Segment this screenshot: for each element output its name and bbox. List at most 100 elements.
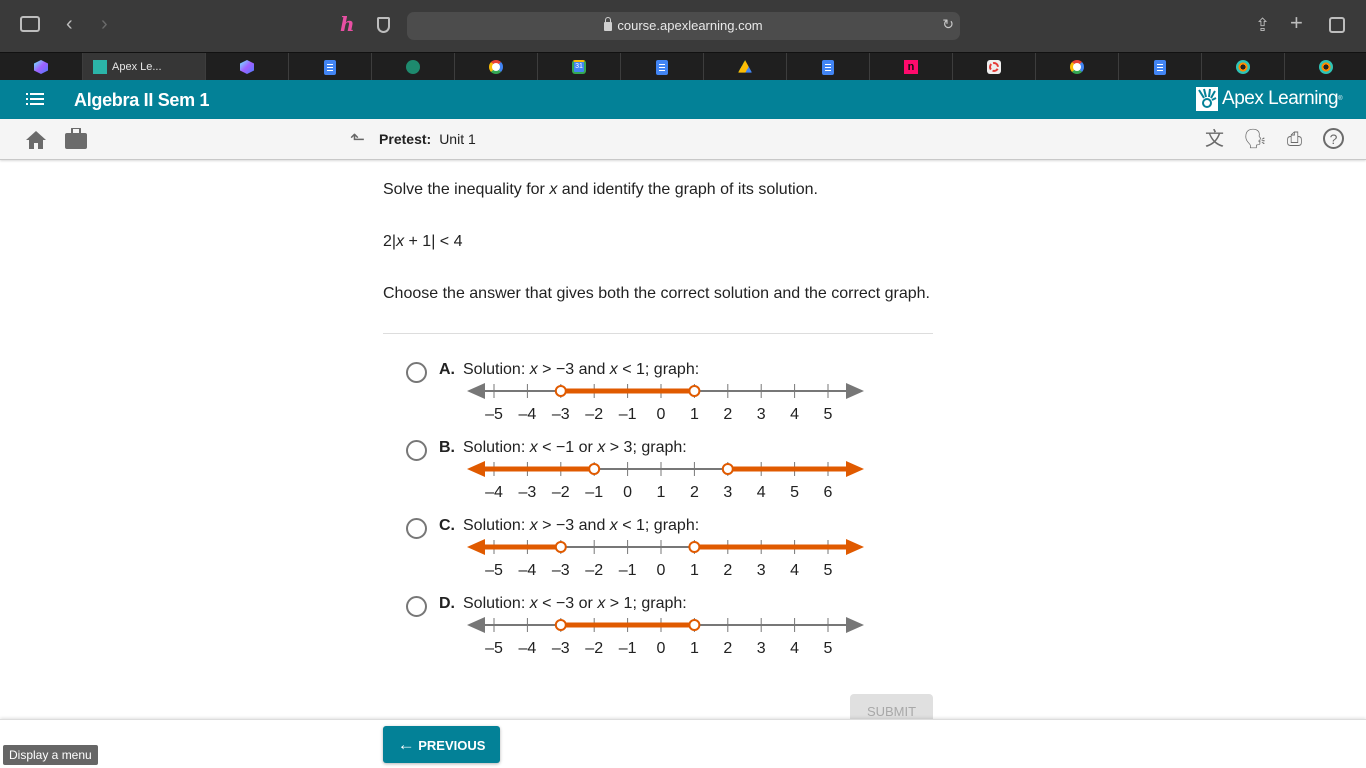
tick-label: –4 <box>519 562 537 579</box>
home-icon[interactable] <box>26 131 46 149</box>
tick-label: –1 <box>619 640 637 657</box>
browser-tab[interactable] <box>1285 53 1366 81</box>
browser-tab[interactable] <box>206 53 289 81</box>
footer-bar: ← PREVIOUS Display a menu <box>0 719 1366 768</box>
eye-favicon-icon <box>1319 60 1333 74</box>
share-icon[interactable]: ⇪ <box>1255 15 1270 35</box>
option-text-part: Solution: <box>463 361 530 378</box>
tick-label: –2 <box>585 640 603 657</box>
previous-label: PREVIOUS <box>418 738 486 753</box>
privacy-shield-icon[interactable] <box>377 17 390 33</box>
tick-label: –4 <box>519 640 537 657</box>
browser-tab[interactable] <box>1202 53 1285 81</box>
browser-tab[interactable] <box>953 53 1036 81</box>
answer-option[interactable]: C. Solution: x > −3 and x < 1; graph: –5 –4… <box>406 516 866 586</box>
tick-label: –5 <box>485 406 503 423</box>
divider <box>383 333 933 334</box>
cal-favicon-icon: 31 <box>572 60 586 74</box>
tick-label: 0 <box>657 562 666 579</box>
answer-option[interactable]: B. Solution: x < −1 or x > 3; graph: –4 –3–… <box>406 438 866 508</box>
tick-label: 1 <box>690 640 699 657</box>
help-icon[interactable]: ? <box>1323 128 1344 149</box>
option-text: Solution: x > −3 and x < 1; graph: <box>463 361 699 379</box>
gpt-favicon-icon <box>406 60 420 74</box>
right-arrow <box>846 383 864 399</box>
radio-button[interactable] <box>406 440 427 461</box>
up-level-icon[interactable]: ⬑ <box>350 130 365 148</box>
app-header: Algebra II Sem 1 Apex Learning ® <box>0 80 1366 119</box>
honey-extension-icon[interactable]: h <box>340 14 355 34</box>
apex-hand-icon <box>1196 87 1219 111</box>
answer-option[interactable]: D. Solution: x < −3 or x > 1; graph: –5 –4–… <box>406 594 866 664</box>
doc-favicon-icon <box>822 59 834 75</box>
back-icon[interactable]: ‹ <box>66 14 73 34</box>
doc-favicon-icon <box>324 59 336 75</box>
read-aloud-icon[interactable]: 🗣 <box>1243 128 1267 151</box>
option-text-part: Solution: <box>463 439 530 456</box>
option-text-part: Solution: <box>463 517 530 534</box>
number-line-graph: –5 –4 –3 –2 –1 0 1 2 3 4 5 <box>467 539 864 579</box>
browser-tab[interactable] <box>787 53 870 81</box>
tick-label: 1 <box>690 406 699 423</box>
browser-tab[interactable]: Apex Le... <box>83 53 206 81</box>
translate-icon[interactable]: 文 <box>1203 128 1226 151</box>
browser-tab[interactable] <box>621 53 704 81</box>
tick-label: –1 <box>619 562 637 579</box>
option-text-part: > −3 and <box>537 517 610 534</box>
browser-tab[interactable] <box>1119 53 1202 81</box>
forward-icon[interactable]: › <box>101 14 108 34</box>
address-bar[interactable]: course.apexlearning.com ↻ <box>407 12 960 40</box>
browser-tab[interactable] <box>289 53 372 81</box>
previous-button[interactable]: ← PREVIOUS <box>383 726 500 763</box>
gem-favicon-icon <box>34 60 48 74</box>
option-text: Solution: x > −3 and x < 1; graph: <box>463 517 699 535</box>
browser-tab[interactable]: 31 <box>538 53 621 81</box>
tick-label: –4 <box>519 406 537 423</box>
n-favicon-icon: n <box>904 60 918 74</box>
google-favicon-icon <box>1070 60 1084 74</box>
apex-learning-logo: Apex Learning ® <box>1196 87 1342 111</box>
tick-label: 2 <box>723 406 732 423</box>
tab-bar: Apex Le... 31 n <box>0 52 1366 81</box>
option-text-part: > 3; graph: <box>605 439 687 456</box>
browser-tab[interactable] <box>1036 53 1119 81</box>
option-text-part: < −3 or <box>537 595 598 612</box>
tick-label: 1 <box>657 484 666 501</box>
tick-label: 3 <box>757 640 766 657</box>
tab-overview-icon[interactable] <box>1329 17 1345 33</box>
course-title: Algebra II Sem 1 <box>74 90 210 110</box>
radio-button[interactable] <box>406 596 427 617</box>
answer-option[interactable]: A. Solution: x > −3 and x < 1; graph: –5 –4… <box>406 360 866 430</box>
tick-label: –4 <box>485 484 503 501</box>
tick-label: 4 <box>790 406 799 423</box>
tab-title: Apex Le... <box>112 61 162 73</box>
radio-button[interactable] <box>406 518 427 539</box>
menu-icon[interactable] <box>26 93 44 106</box>
print-icon[interactable]: ⎙ <box>1283 128 1306 151</box>
open-endpoint <box>554 385 567 397</box>
sidebar-toggle-icon[interactable] <box>20 16 40 32</box>
reload-icon[interactable]: ↻ <box>942 16 954 33</box>
brand-mark: ® <box>1338 96 1342 102</box>
option-text-part: > −3 and <box>537 361 610 378</box>
radio-button[interactable] <box>406 362 427 383</box>
tick-label: –3 <box>552 640 570 657</box>
browser-tab[interactable] <box>704 53 787 81</box>
browser-tab[interactable] <box>455 53 538 81</box>
option-text-part: > 1; graph: <box>605 595 687 612</box>
doc-favicon-icon <box>1154 59 1166 75</box>
tick-label: –1 <box>619 406 637 423</box>
browser-tab[interactable] <box>0 53 83 81</box>
question-prompt: Solve the inequality for x and identify … <box>383 181 818 199</box>
new-tab-icon[interactable]: + <box>1290 12 1303 34</box>
option-text-part: x <box>609 517 618 534</box>
option-text-part: < 1; graph: <box>617 517 700 534</box>
tick-label: 2 <box>723 562 732 579</box>
tick-label: 3 <box>757 562 766 579</box>
option-text-part: x <box>529 595 538 612</box>
option-text-part: x <box>529 439 538 456</box>
number-line-graph: –5 –4 –3 –2 –1 0 1 2 3 4 5 <box>467 617 864 657</box>
briefcase-icon[interactable] <box>65 128 87 149</box>
browser-tab[interactable]: n <box>870 53 953 81</box>
browser-tab[interactable] <box>372 53 455 81</box>
